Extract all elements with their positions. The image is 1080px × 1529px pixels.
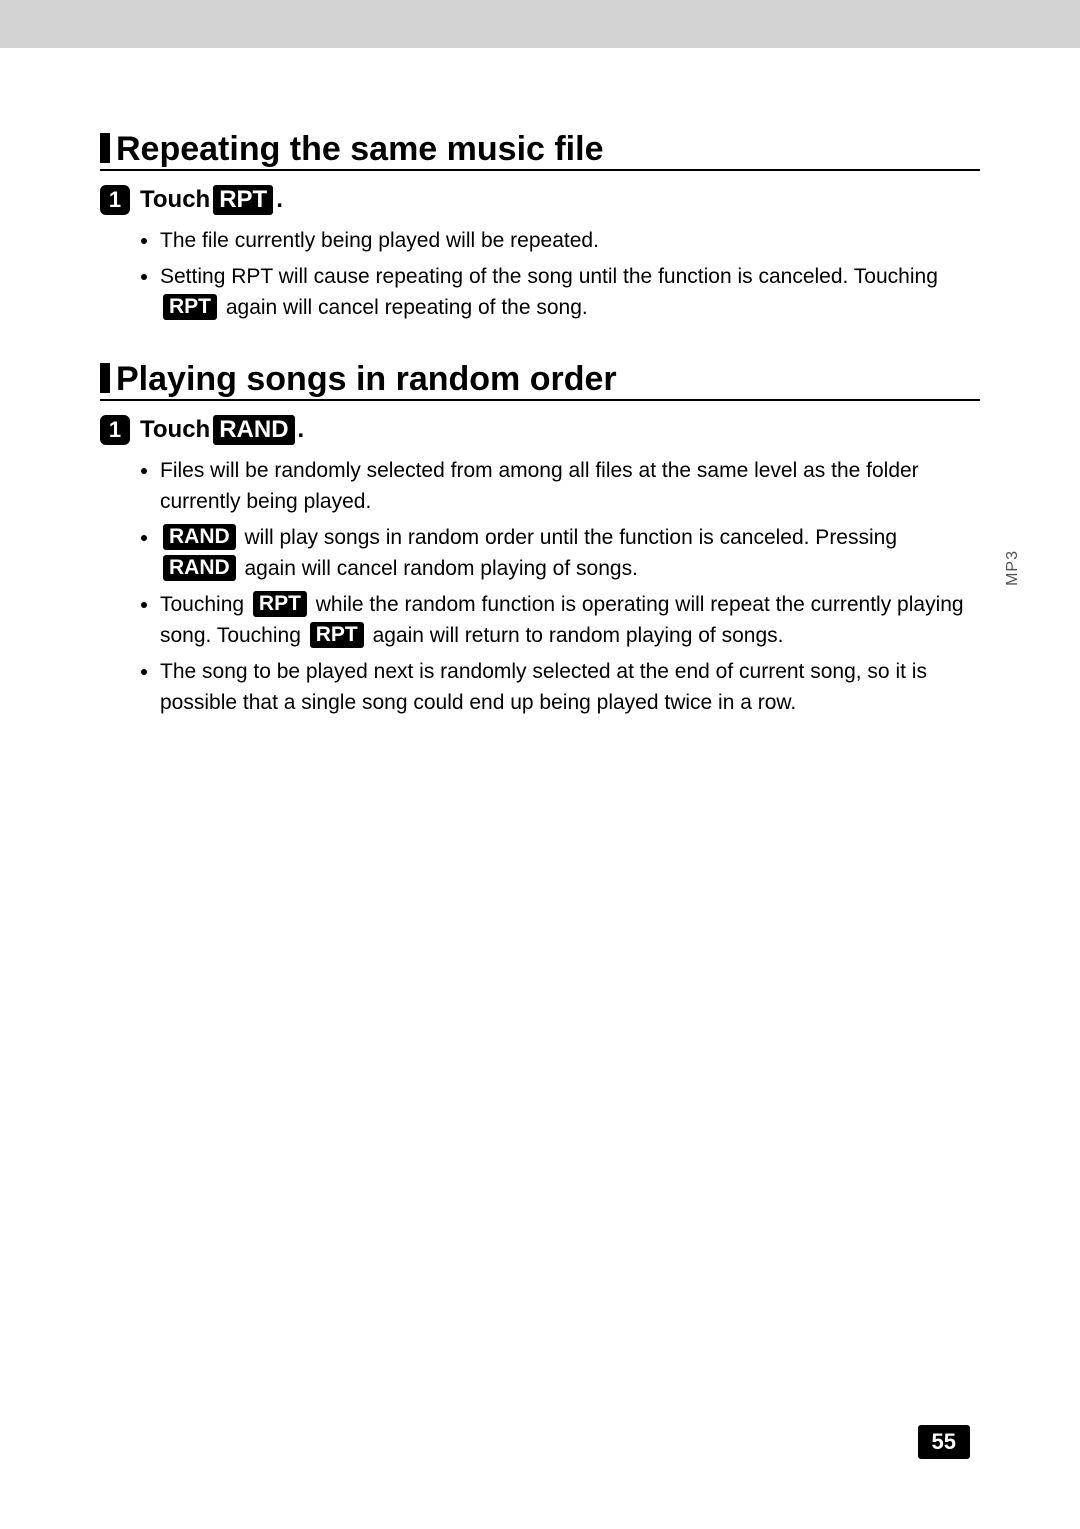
bullet-text: Files will be randomly selected from amo… xyxy=(160,459,919,514)
section-2-bullets: Files will be randomly selected from amo… xyxy=(160,455,980,719)
bullet-item: Files will be randomly selected from amo… xyxy=(160,455,980,518)
bullet-text: Setting RPT will cause repeating of the … xyxy=(160,265,938,288)
section-1-bullets: The file currently being played will be … xyxy=(160,225,980,324)
step-number-badge: 1 xyxy=(100,415,130,445)
step-text-pre: Touch xyxy=(140,186,210,214)
section-2-title-wrap: Playing songs in random order xyxy=(100,360,980,401)
bullet-item: The song to be played next is randomly s… xyxy=(160,656,980,719)
rand-button-label: RAND xyxy=(163,555,236,581)
step-text-pre: Touch xyxy=(140,416,210,444)
step-number: 1 xyxy=(109,187,121,213)
rpt-button-label: RPT xyxy=(163,294,217,320)
step-text-post: . xyxy=(298,416,305,444)
bullet-text: Touching xyxy=(160,593,250,616)
page-content: Repeating the same music file 1 Touch RP… xyxy=(100,130,980,723)
rpt-button-label: RPT xyxy=(213,185,273,215)
bullet-item: Setting RPT will cause repeating of the … xyxy=(160,261,980,324)
bullet-text: will play songs in random order until th… xyxy=(239,526,897,549)
bullet-item: Touching RPT while the random function i… xyxy=(160,589,980,652)
bullet-text: again will cancel random playing of song… xyxy=(239,557,638,580)
bullet-item: The file currently being played will be … xyxy=(160,225,980,257)
section-1-step: 1 Touch RPT . xyxy=(100,185,980,215)
section-2-title: Playing songs in random order xyxy=(100,360,980,399)
section-2-title-text: Playing songs in random order xyxy=(116,360,617,399)
section-1-title-text: Repeating the same music file xyxy=(116,130,604,169)
bullet-text: again will return to random playing of s… xyxy=(367,624,784,647)
header-bar xyxy=(0,0,1080,48)
rpt-button-label: RPT xyxy=(253,591,307,617)
section-bar-icon xyxy=(100,133,110,163)
section-1-title: Repeating the same music file xyxy=(100,130,980,169)
rand-button-label: RAND xyxy=(213,415,294,445)
manual-page: Repeating the same music file 1 Touch RP… xyxy=(0,0,1080,1529)
section-bar-icon xyxy=(100,363,110,393)
bullet-text: The song to be played next is randomly s… xyxy=(160,660,927,715)
step-number-badge: 1 xyxy=(100,185,130,215)
step-number: 1 xyxy=(109,417,121,443)
side-tab-label: MP3 xyxy=(1004,550,1022,586)
bullet-text: again will cancel repeating of the song. xyxy=(220,296,588,319)
bullet-text: The file currently being played will be … xyxy=(160,229,599,252)
page-number-badge: 55 xyxy=(918,1425,970,1459)
rpt-button-label: RPT xyxy=(310,622,364,648)
rand-button-label: RAND xyxy=(163,524,236,550)
section-1-title-wrap: Repeating the same music file xyxy=(100,130,980,171)
section-2-step: 1 Touch RAND . xyxy=(100,415,980,445)
step-text-post: . xyxy=(276,186,283,214)
bullet-item: RAND will play songs in random order unt… xyxy=(160,522,980,585)
